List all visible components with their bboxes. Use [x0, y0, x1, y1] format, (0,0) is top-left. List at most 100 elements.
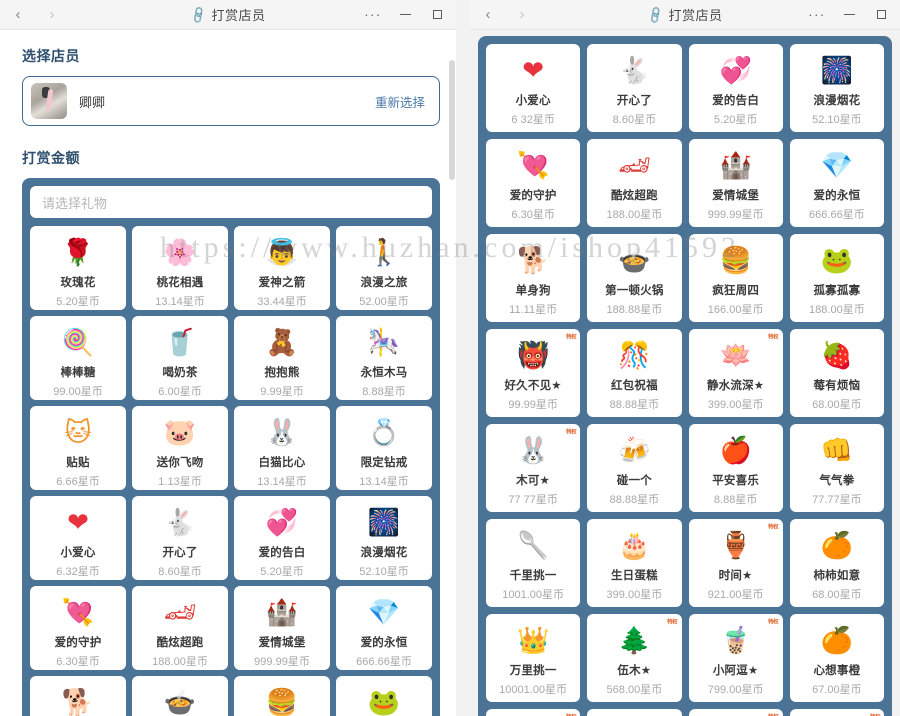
gift-image: 💍 — [367, 417, 401, 447]
gift-card[interactable]: 🐇 开心了 8.60星币 — [587, 44, 682, 132]
minimize-button[interactable] — [834, 2, 864, 28]
gift-card[interactable]: 💎 爱的永恒 666.66星币 — [789, 139, 884, 227]
gift-card[interactable]: 🎆 浪漫烟花 52.10星币 — [336, 496, 432, 580]
gift-image: 🎊 — [618, 340, 651, 370]
gift-card[interactable]: 🍓 莓有烦恼 68.00星币 — [789, 329, 884, 417]
gift-card[interactable]: 特权 🏺 时间★ 921.00星币 — [688, 519, 783, 607]
gift-card[interactable]: 🏎 酷炫超跑 188.00星币 — [587, 139, 682, 227]
right-nav-buttons: ‹ › — [470, 4, 534, 26]
gift-name: 心想事橙 — [813, 665, 861, 677]
gift-price: 1001.00星币 — [502, 589, 564, 601]
gift-card[interactable]: 🐕单身狗11.11星币 — [30, 676, 126, 716]
privilege-badge: 特权 — [870, 712, 881, 716]
gift-card[interactable]: 🐇 开心了 8.60星币 — [132, 496, 228, 580]
gift-price: 77.77星币 — [812, 494, 862, 506]
gift-card[interactable]: 🐕单身狗11.11星币 — [486, 234, 581, 322]
gift-price: 799.00星币 — [707, 684, 764, 696]
gift-card[interactable]: 💞 爱的告白 5.20星币 — [688, 44, 783, 132]
gift-card[interactable]: 🍊 心想事橙 67.00星币 — [789, 614, 884, 702]
gift-price: 6.00星币 — [158, 386, 202, 398]
back-icon[interactable]: ‹ — [476, 4, 500, 26]
more-options-button[interactable]: ··· — [358, 2, 388, 28]
gift-card[interactable]: 🐸孤寡孤寡188.00星币 — [336, 676, 432, 716]
gift-price: 68.00星币 — [812, 589, 862, 601]
gift-card[interactable]: 🚶 浪漫之旅 52.00星币 — [336, 226, 432, 310]
gift-image: 🍓 — [820, 340, 854, 370]
gift-price: 5.20星币 — [713, 114, 758, 126]
selected-staff-row[interactable]: 卿卿 重新选择 — [22, 76, 440, 126]
gift-card[interactable]: ❤ 小爱心 6.32星币 — [30, 496, 126, 580]
gift-card[interactable]: 🍲第一顿火锅188.88星币 — [587, 234, 682, 322]
gift-card[interactable]: 🍔疯狂周四166.00星币 — [688, 234, 783, 322]
gift-card[interactable]: 💍 限定钻戒 13.14星币 — [336, 406, 432, 490]
back-icon[interactable]: ‹ — [6, 4, 30, 26]
gift-image: 🐰 — [265, 417, 299, 447]
gift-card[interactable]: 🍊 柿柿如意 68.00星币 — [789, 519, 884, 607]
gift-price: 68.00星币 — [812, 399, 862, 411]
gift-card[interactable]: 🥄 千里挑一 1001.00星币 — [486, 519, 581, 607]
gift-card[interactable]: 🎆 浪漫烟花 52.10星币 — [789, 44, 884, 132]
gift-card[interactable]: 🍻 碰一个 88.88星币 — [587, 424, 682, 512]
gift-card[interactable]: 🐰 白猫比心 13.14星币 — [234, 406, 330, 490]
gift-card[interactable]: 🌸 桃花相遇 13.14星币 — [132, 226, 228, 310]
gift-card[interactable]: 🎠 永恒木马 8.88星币 — [336, 316, 432, 400]
gift-image: 🎆 — [820, 55, 854, 85]
gift-card[interactable]: 👑 万里挑一 10001.00星币 — [486, 614, 581, 702]
gift-image: 🏎 — [617, 150, 651, 180]
forward-icon[interactable]: › — [40, 4, 64, 26]
forward-icon[interactable]: › — [510, 4, 534, 26]
gift-card[interactable]: 🏎 酷炫超跑 188.00星币 — [132, 586, 228, 670]
gift-image: 🥤 — [163, 327, 197, 357]
gift-name: 木可★ — [516, 475, 551, 487]
gift-card[interactable]: 👼 爱神之箭 33.44星币 — [234, 226, 330, 310]
gift-card[interactable]: 特权🧑‍💻 — [789, 709, 884, 716]
left-titlebar: ‹ › 🔗 打赏店员 ··· — [0, 0, 456, 30]
gift-card[interactable]: ❤ 小爱心 6 32星币 — [486, 44, 581, 132]
minimize-button[interactable] — [390, 2, 420, 28]
gift-image: 🐇 — [163, 507, 197, 537]
privilege-badge: 特权 — [768, 712, 779, 716]
gift-card[interactable]: 🐸孤寡孤寡188.00星币 — [789, 234, 884, 322]
gift-card[interactable]: 👊 气气拳 77.77星币 — [789, 424, 884, 512]
gift-card[interactable]: 🧸 抱抱熊 9.99星币 — [234, 316, 330, 400]
gift-card[interactable]: 特权 🌲 伍木★ 568.00星币 — [587, 614, 682, 702]
gift-name: 开心了 — [616, 95, 652, 107]
gift-name: 伍木★ — [617, 665, 652, 677]
gift-price: 5.20星币 — [56, 296, 100, 308]
gift-card[interactable]: 🎂 生日蛋糕 399.00星币 — [587, 519, 682, 607]
gift-card[interactable]: 🎊 红包祝福 88.88星币 — [587, 329, 682, 417]
maximize-button[interactable] — [866, 2, 896, 28]
gift-card[interactable]: 🌹 玫瑰花 5.20星币 — [30, 226, 126, 310]
gift-card[interactable]: 特权 🧋 小阿逗★ 799.00星币 — [688, 614, 783, 702]
left-scrollbar[interactable] — [449, 60, 455, 716]
gift-card[interactable]: 特权 🪷 静水流深★ 399.00星币 — [688, 329, 783, 417]
gift-card[interactable]: 🏰 爱情城堡 999.99星币 — [688, 139, 783, 227]
gift-card[interactable]: 特权🐑 — [688, 709, 783, 716]
gift-card[interactable]: 🍭 棒棒糖 99.00星币 — [30, 316, 126, 400]
more-options-button[interactable]: ··· — [802, 2, 832, 28]
gift-card[interactable]: 🥤 喝奶茶 6.00星币 — [132, 316, 228, 400]
gift-card[interactable]: 💘 爱的守护 6.30星币 — [30, 586, 126, 670]
gift-card[interactable]: 💘 爱的守护 6.30星币 — [486, 139, 581, 227]
gift-card[interactable]: 💎 爱的永恒 666.66星币 — [336, 586, 432, 670]
maximize-button[interactable] — [422, 2, 452, 28]
gift-image: 💞 — [265, 507, 299, 537]
gift-card[interactable]: 🐱 贴贴 6.66星币 — [30, 406, 126, 490]
gift-card[interactable]: 特权 👹 好久不见★ 99.99星币 — [486, 329, 581, 417]
gift-card[interactable]: 特权🌾 — [486, 709, 581, 716]
gift-name: 疯狂周四 — [712, 285, 760, 297]
gift-name: 爱的守护 — [509, 190, 557, 202]
reselect-staff-link[interactable]: 重新选择 — [375, 92, 425, 111]
gift-card[interactable]: 🍲第一顿火锅188.88星币 — [132, 676, 228, 716]
right-title-text: 打赏店员 — [668, 8, 723, 23]
gift-card[interactable]: 🍎 平安喜乐 8.88星币 — [688, 424, 783, 512]
gift-card[interactable]: 📖 — [587, 709, 682, 716]
left-scrollbar-thumb[interactable] — [449, 60, 455, 180]
gift-card[interactable]: 💞 爱的告白 5.20星币 — [234, 496, 330, 580]
gift-price: 88.88星币 — [609, 494, 660, 506]
gift-card[interactable]: 🍔疯狂周四166.00星币 — [234, 676, 330, 716]
gift-card[interactable]: 特权 🐰 木可★ 77 77星币 — [486, 424, 581, 512]
gift-search-field[interactable]: 请选择礼物 — [30, 186, 432, 218]
gift-card[interactable]: 🐷 送你飞吻 1.13星币 — [132, 406, 228, 490]
gift-card[interactable]: 🏰 爱情城堡 999.99星币 — [234, 586, 330, 670]
